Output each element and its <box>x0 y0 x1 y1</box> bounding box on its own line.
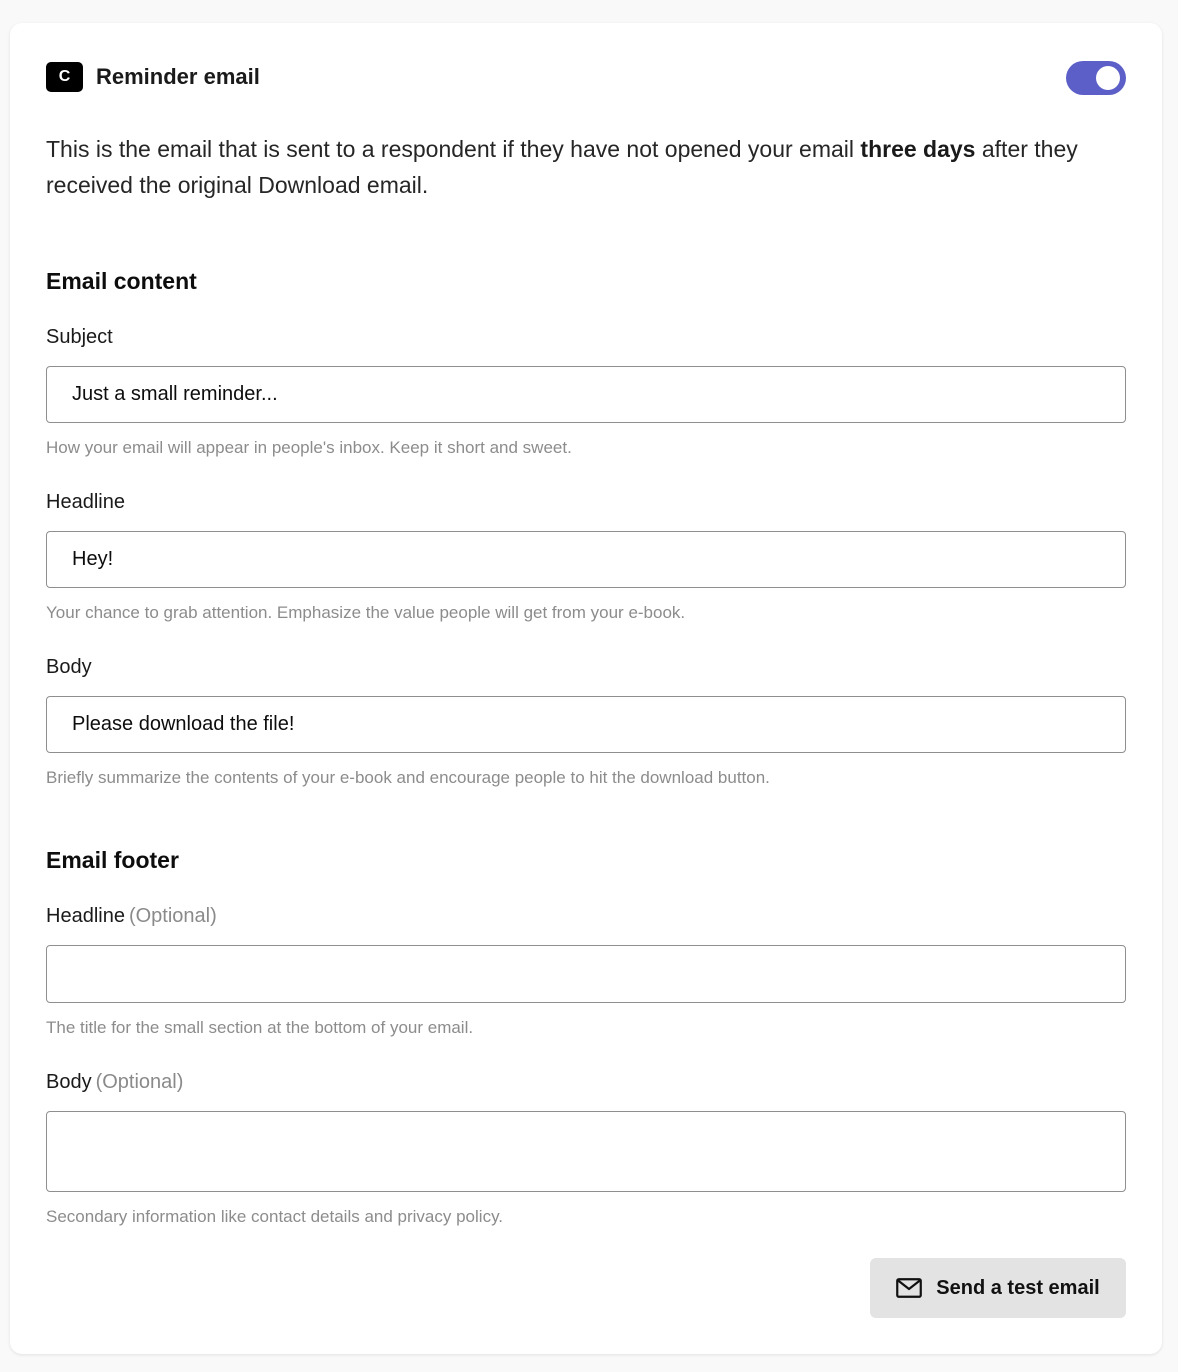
send-test-email-label: Send a test email <box>936 1276 1100 1299</box>
email-content-heading: Email content <box>46 268 197 294</box>
footer-headline-label: Headline (Optional) <box>46 904 217 928</box>
footer-headline-label-text: Headline <box>46 905 125 927</box>
footer-headline-hint: The title for the small section at the b… <box>46 1018 474 1037</box>
subject-label: Subject <box>46 325 113 349</box>
body-label-text: Body <box>46 656 92 678</box>
card-header: C Reminder email <box>46 61 1126 95</box>
footer-headline-input[interactable] <box>46 945 1126 1003</box>
reminder-description: This is the email that is sent to a resp… <box>46 131 1116 203</box>
footer-body-textarea[interactable] <box>46 1111 1126 1192</box>
reminder-enabled-toggle[interactable] <box>1066 61 1126 95</box>
envelope-icon <box>896 1278 923 1298</box>
toggle-knob <box>1096 66 1120 90</box>
reminder-email-card: C Reminder email This is the email that … <box>10 23 1162 1354</box>
send-test-email-button[interactable]: Send a test email <box>870 1258 1126 1318</box>
body-label: Body <box>46 655 92 679</box>
description-emphasis: three days <box>860 136 976 162</box>
headline-label: Headline <box>46 490 125 514</box>
badge-letter: C <box>58 68 71 85</box>
card-title: Reminder email <box>96 64 260 89</box>
headline-hint: Your chance to grab attention. Emphasize… <box>46 603 686 622</box>
subject-label-text: Subject <box>46 326 113 348</box>
footer-body-hint: Secondary information like contact detai… <box>46 1207 504 1226</box>
headline-input[interactable] <box>46 531 1126 588</box>
footer-body-optional-tag: (Optional) <box>95 1071 184 1093</box>
email-badge-icon: C <box>46 62 83 92</box>
email-footer-heading: Email footer <box>46 847 179 873</box>
headline-label-text: Headline <box>46 491 125 513</box>
description-text-before: This is the email that is sent to a resp… <box>46 136 861 162</box>
card-content: C Reminder email This is the email that … <box>46 23 1126 1354</box>
footer-body-label: Body (Optional) <box>46 1070 183 1094</box>
subject-hint: How your email will appear in people's i… <box>46 438 572 457</box>
body-input[interactable] <box>46 696 1126 753</box>
subject-input[interactable] <box>46 366 1126 423</box>
footer-body-label-text: Body <box>46 1071 92 1093</box>
body-hint: Briefly summarize the contents of your e… <box>46 768 770 787</box>
footer-headline-optional-tag: (Optional) <box>128 905 217 927</box>
